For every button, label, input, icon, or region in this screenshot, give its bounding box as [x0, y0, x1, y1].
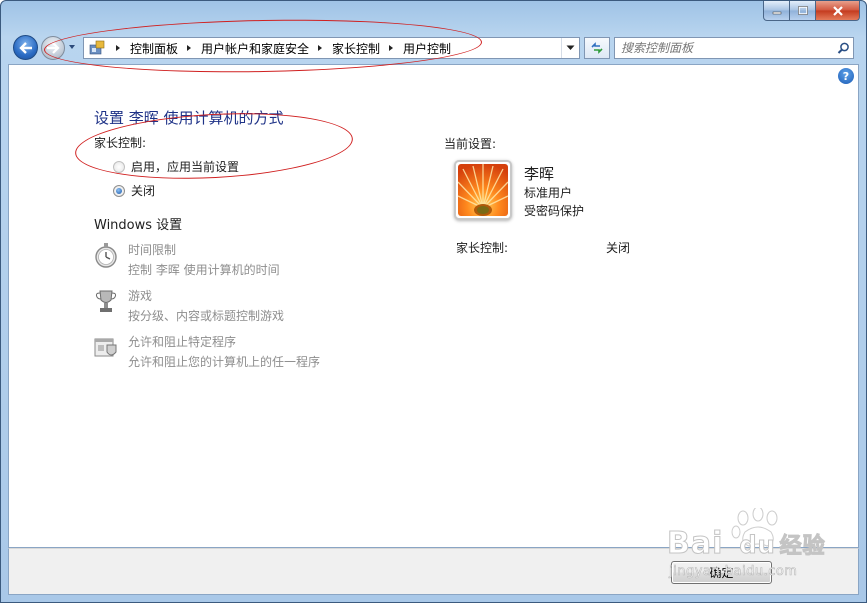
setting-games[interactable]: 游戏 按分级、内容或标题控制游戏: [92, 287, 284, 324]
forward-arrow-icon: [47, 42, 60, 54]
breadcrumb-arrow-icon[interactable]: [387, 44, 395, 52]
breadcrumb-item[interactable]: 控制面板: [107, 40, 178, 57]
navigation-bar: 控制面板 用户帐户和家庭安全 家长控制 用户控制: [9, 33, 858, 63]
help-icon: ?: [842, 69, 850, 83]
breadcrumb-arrow-icon[interactable]: [114, 44, 122, 52]
setting-time-limits[interactable]: 时间限制 控制 李晖 使用计算机的时间: [92, 241, 280, 278]
ok-button[interactable]: 确定: [671, 561, 772, 584]
setting-desc: 允许和阻止您的计算机上的任一程序: [128, 355, 321, 369]
breadcrumb-item[interactable]: 用户控制: [380, 40, 451, 57]
search-box[interactable]: [614, 37, 854, 59]
breadcrumb-parental-controls[interactable]: 家长控制: [332, 40, 380, 57]
recent-pages-dropdown-icon[interactable]: [67, 42, 77, 52]
maximize-icon: [797, 6, 808, 15]
breadcrumb-arrow-icon[interactable]: [316, 44, 324, 52]
parental-controls-label: 家长控制:: [94, 136, 147, 150]
option-on-radio[interactable]: [113, 160, 125, 173]
flower-picture-icon: [458, 164, 508, 216]
option-off-row[interactable]: 关闭: [113, 182, 155, 199]
refresh-button[interactable]: [584, 37, 610, 59]
control-panel-icon: [89, 40, 105, 55]
parental-controls-status-label: 家长控制:: [456, 241, 509, 255]
option-on-row[interactable]: 启用，应用当前设置: [113, 158, 239, 175]
refresh-icon: [591, 42, 603, 54]
password-status: 受密码保护: [524, 204, 585, 218]
option-off-radio[interactable]: [113, 184, 125, 197]
close-icon: [832, 5, 843, 16]
breadcrumb-item[interactable]: 家长控制: [309, 40, 380, 57]
maximize-button[interactable]: [790, 1, 816, 21]
setting-title[interactable]: 允许和阻止特定程序: [128, 333, 320, 350]
search-button[interactable]: [833, 39, 853, 57]
back-arrow-icon: [18, 41, 32, 54]
parental-controls-status-value: 关闭: [606, 241, 631, 255]
setting-allow-block-programs[interactable]: 允许和阻止特定程序 允许和阻止您的计算机上的任一程序: [92, 333, 320, 370]
button-bar: 确定: [8, 548, 859, 595]
current-settings-heading: 当前设置:: [444, 137, 497, 151]
setting-desc: 控制 李晖 使用计算机的时间: [128, 263, 280, 277]
breadcrumb-item[interactable]: 用户帐户和家庭安全: [178, 40, 309, 57]
content-area: ? 设置 李晖 使用计算机的方式 家长控制: 启用，应用当前设置 关闭 Wind…: [8, 64, 859, 548]
stopwatch-icon: [95, 243, 117, 268]
search-input[interactable]: [621, 39, 833, 57]
trophy-icon: [95, 290, 117, 312]
option-off-label[interactable]: 关闭: [131, 182, 155, 199]
search-icon: [837, 42, 849, 54]
program-shield-icon: [94, 338, 117, 357]
chevron-down-icon: [566, 45, 575, 50]
close-button[interactable]: [816, 1, 860, 21]
help-button[interactable]: ?: [838, 68, 854, 84]
windows-settings-heading: Windows 设置: [94, 218, 183, 233]
breadcrumb-user-accounts[interactable]: 用户帐户和家庭安全: [201, 40, 309, 57]
option-on-label[interactable]: 启用，应用当前设置: [131, 158, 239, 175]
setting-desc: 按分级、内容或标题控制游戏: [128, 309, 285, 323]
breadcrumb-user-controls[interactable]: 用户控制: [403, 40, 451, 57]
breadcrumb-arrow-icon[interactable]: [185, 44, 193, 52]
address-dropdown-button[interactable]: [561, 38, 579, 58]
user-avatar: [454, 160, 512, 220]
forward-button[interactable]: [41, 36, 65, 60]
minimize-icon: [772, 11, 781, 14]
user-type: 标准用户: [524, 186, 573, 200]
setting-title[interactable]: 时间限制: [128, 241, 280, 258]
minimize-button[interactable]: [763, 1, 790, 21]
setting-title[interactable]: 游戏: [128, 287, 284, 304]
page-title: 设置 李晖 使用计算机的方式: [94, 109, 284, 127]
breadcrumb-control-panel[interactable]: 控制面板: [130, 40, 178, 57]
user-name: 李晖: [524, 165, 555, 183]
caption-buttons: [763, 1, 860, 21]
address-bar[interactable]: 控制面板 用户帐户和家庭安全 家长控制 用户控制: [83, 37, 580, 59]
back-button[interactable]: [13, 35, 38, 60]
